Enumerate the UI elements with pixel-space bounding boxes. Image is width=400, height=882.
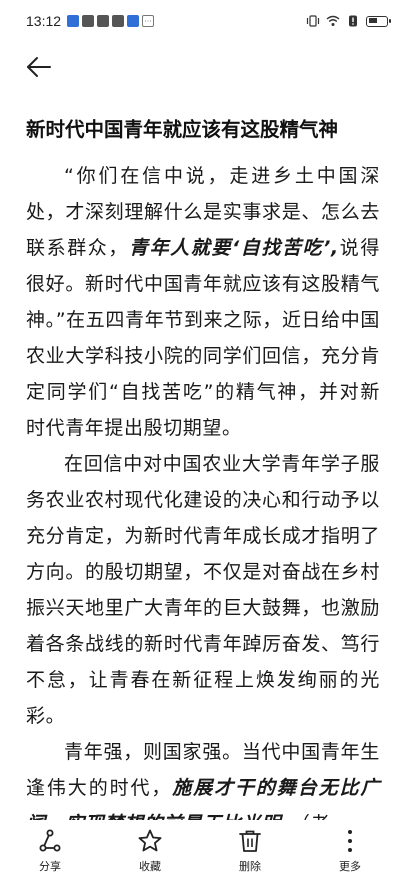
more-notifications-icon: ··· — [142, 15, 155, 27]
share-icon — [39, 829, 61, 852]
status-time: 13:12 — [26, 13, 62, 29]
alert-icon — [349, 15, 357, 27]
star-icon — [138, 829, 162, 852]
top-bar — [0, 44, 400, 90]
more-button[interactable]: 更多 — [315, 828, 385, 874]
bottom-toolbar: 分享 收藏 删除 更多 — [0, 820, 400, 882]
share-label: 分享 — [39, 860, 61, 873]
wifi-icon — [326, 15, 340, 26]
article: 新时代中国青年就应该有这股精气神 “你们在信中说，走进乡土中国深处，才深刻理解什… — [26, 110, 380, 842]
back-button[interactable] — [24, 52, 56, 82]
notification-icons: ··· — [67, 15, 155, 27]
system-status-icons — [306, 15, 391, 27]
message-notification-icon — [82, 15, 95, 27]
more-label: 更多 — [339, 860, 361, 873]
article-paragraph: 在回信中对中国农业大学青年学子服务农业农村现代化建设的决心和行动予以充分肯定，为… — [26, 453, 380, 727]
vibrate-icon — [306, 15, 320, 27]
article-paragraph: “你们在信中说，走进乡土中国深处，才深刻理解什么是实事求是、怎么去联系群众，青年… — [26, 158, 380, 446]
emphasized-text: 青年人就要‘自找苦吃’, — [128, 237, 339, 259]
status-bar: 13:12 ··· — [0, 0, 400, 42]
app-notification-icon — [112, 15, 125, 27]
paragraph-text: 说得很好。新时代中国青年就应该有这股精气神。”在五四青年节到来之际，近日给中国农… — [26, 237, 380, 439]
mail-notification-icon — [97, 15, 110, 27]
share-button[interactable]: 分享 — [15, 828, 85, 874]
back-arrow-icon — [27, 57, 51, 77]
app-notification-icon — [67, 15, 80, 27]
article-title: 新时代中国青年就应该有这股精气神 — [26, 118, 339, 141]
more-vertical-icon — [348, 830, 352, 852]
trash-icon — [239, 830, 261, 852]
battery-icon — [366, 15, 391, 27]
app-notification-icon — [127, 15, 140, 27]
favorite-label: 收藏 — [139, 860, 161, 873]
favorite-button[interactable]: 收藏 — [115, 828, 185, 874]
delete-label: 删除 — [239, 860, 261, 873]
delete-button[interactable]: 删除 — [215, 828, 285, 874]
